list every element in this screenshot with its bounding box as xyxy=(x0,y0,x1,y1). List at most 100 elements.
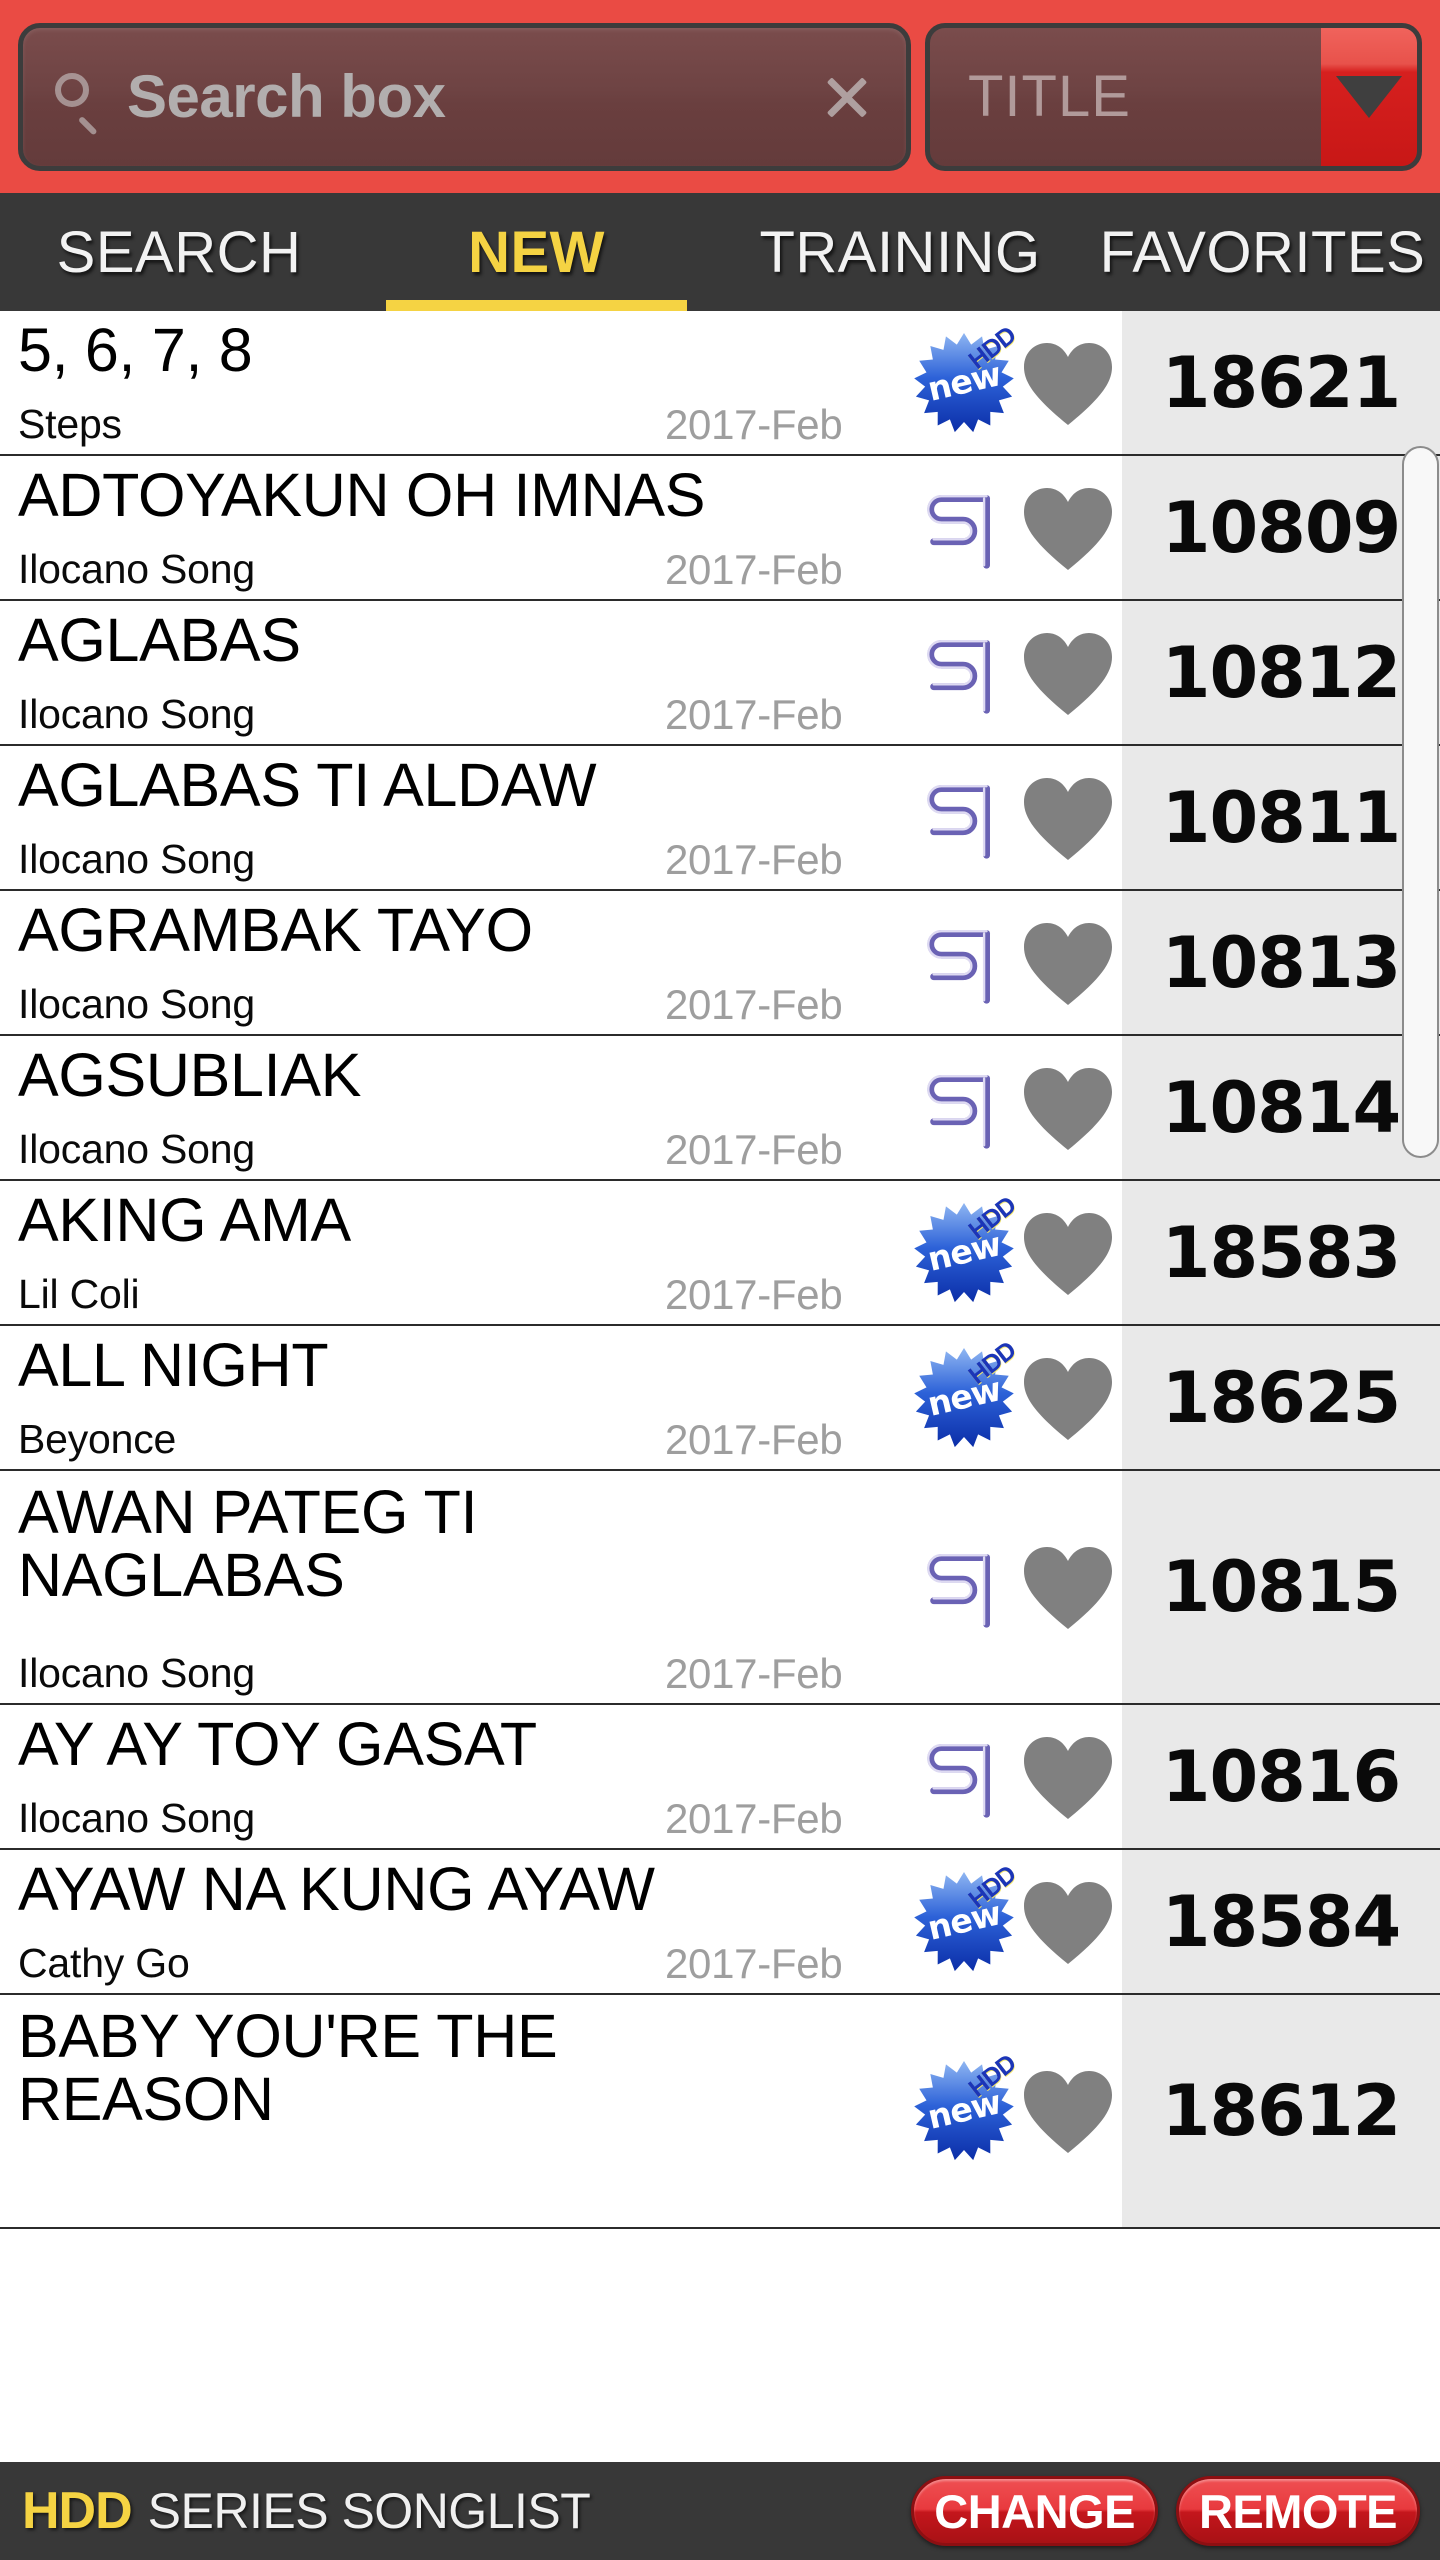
top-search-bar: Search box TITLE xyxy=(0,0,1440,193)
song-number: 18583 xyxy=(1161,1211,1402,1294)
song-row[interactable]: BABY YOU'RE THE REASON new HDD 18612 xyxy=(0,1995,1440,2229)
song-number: 10809 xyxy=(1161,486,1402,569)
favorite-heart-icon[interactable] xyxy=(1016,911,1120,1015)
song-date: 2017-Feb xyxy=(665,981,843,1028)
song-title: AGLABAS TI ALDAW xyxy=(18,751,597,819)
tab-training-label: TRAINING xyxy=(759,219,1041,285)
song-number-cell: 18612 xyxy=(1122,1995,1440,2227)
sort-dropdown[interactable]: TITLE xyxy=(925,22,1422,171)
tab-training[interactable]: TRAINING xyxy=(715,193,1085,311)
song-row[interactable]: ADTOYAKUN OH IMNAS Ilocano Song 2017-Feb 10… xyxy=(0,456,1440,601)
song-title: ALL NIGHT xyxy=(18,1331,329,1399)
favorite-heart-icon[interactable] xyxy=(1016,2059,1120,2163)
favorite-heart-icon[interactable] xyxy=(1016,476,1120,580)
favorite-heart-icon[interactable] xyxy=(1016,1535,1120,1639)
song-row[interactable]: ALL NIGHT Beyonce 2017-Feb new HDD 18625 xyxy=(0,1326,1440,1471)
favorite-heart-icon[interactable] xyxy=(1016,1056,1120,1160)
song-number-cell: 10811 xyxy=(1122,746,1440,889)
tab-favorites-label: FAVORITES xyxy=(1099,219,1426,285)
song-title: AWAN PATEG TI NAGLABAS xyxy=(18,1478,478,1609)
change-button[interactable]: CHANGE xyxy=(911,2476,1158,2546)
search-input[interactable]: Search box xyxy=(18,22,911,171)
song-badges: new HDD xyxy=(910,1850,1122,1993)
tab-favorites[interactable]: FAVORITES xyxy=(1085,193,1440,311)
favorite-heart-icon[interactable] xyxy=(1016,766,1120,870)
tab-active-indicator xyxy=(386,300,687,311)
song-title: AKING AMA xyxy=(18,1186,351,1254)
song-artist: Ilocano Song xyxy=(18,1795,255,1841)
song-row[interactable]: AKING AMA Lil Coli 2017-Feb new HDD 18583 xyxy=(0,1181,1440,1326)
song-meta: Cathy Go 2017-Feb xyxy=(18,1940,910,1987)
song-title: ADTOYAKUN OH IMNAS xyxy=(18,461,706,529)
tab-bar: SEARCH NEW TRAINING FAVORITES xyxy=(0,193,1440,311)
song-number-cell: 18621 xyxy=(1122,311,1440,454)
song-artist: Lil Coli xyxy=(18,1271,140,1317)
st-badge-icon xyxy=(912,1725,1016,1829)
song-title: AGLABAS xyxy=(18,606,301,674)
song-date: 2017-Feb xyxy=(665,836,843,883)
song-row-main: AKING AMA Lil Coli 2017-Feb xyxy=(0,1181,910,1324)
song-title: AGSUBLIAK xyxy=(18,1041,362,1109)
song-number: 10815 xyxy=(1161,1546,1402,1628)
song-list[interactable]: 5, 6, 7, 8 Steps 2017-Feb new HDD 18621 ADTOYA… xyxy=(0,311,1440,2462)
song-badges: new HDD xyxy=(910,1326,1122,1469)
song-artist: Ilocano Song xyxy=(18,1650,255,1696)
song-meta: Ilocano Song 2017-Feb xyxy=(18,981,910,1028)
song-date: 2017-Feb xyxy=(665,1271,843,1318)
song-artist: Ilocano Song xyxy=(18,836,255,882)
song-number-cell: 18625 xyxy=(1122,1326,1440,1469)
song-row[interactable]: AGLABAS Ilocano Song 2017-Feb 10812 xyxy=(0,601,1440,746)
remote-button[interactable]: REMOTE xyxy=(1175,2476,1420,2546)
song-badges xyxy=(910,456,1122,599)
song-row[interactable]: AYAW NA KUNG AYAW Cathy Go 2017-Feb new HDD 1… xyxy=(0,1850,1440,1995)
song-number-cell: 10815 xyxy=(1122,1471,1440,1703)
song-row[interactable]: AY AY TOY GASAT Ilocano Song 2017-Feb 10816 xyxy=(0,1705,1440,1850)
song-row-main: 5, 6, 7, 8 Steps 2017-Feb xyxy=(0,311,910,454)
sort-dropdown-button[interactable] xyxy=(1321,27,1417,166)
song-date: 2017-Feb xyxy=(665,1416,843,1463)
song-type-badge: new HDD xyxy=(912,1336,1021,1450)
st-badge-icon xyxy=(912,766,1016,870)
list-scrollbar[interactable] xyxy=(1402,446,1439,1158)
favorite-heart-icon[interactable] xyxy=(1016,1725,1120,1829)
song-number-cell: 10809 xyxy=(1122,456,1440,599)
new-hdd-badge-icon: new HDD xyxy=(912,1191,1021,1305)
song-number-cell: 10812 xyxy=(1122,601,1440,744)
tab-new-label: NEW xyxy=(468,219,605,285)
song-row[interactable]: AGLABAS TI ALDAW Ilocano Song 2017-Feb 1081… xyxy=(0,746,1440,891)
song-row[interactable]: 5, 6, 7, 8 Steps 2017-Feb new HDD 18621 xyxy=(0,311,1440,456)
song-number: 10816 xyxy=(1161,1735,1402,1818)
favorite-heart-icon[interactable] xyxy=(1016,1870,1120,1974)
song-number: 18584 xyxy=(1161,1880,1402,1963)
song-row-main: AWAN PATEG TI NAGLABAS Ilocano Song 2017-F… xyxy=(0,1471,910,1703)
song-date: 2017-Feb xyxy=(665,1126,843,1173)
song-meta: Lil Coli 2017-Feb xyxy=(18,1271,910,1318)
song-badges: new HDD xyxy=(910,1181,1122,1324)
song-date: 2017-Feb xyxy=(665,546,843,593)
favorite-heart-icon[interactable] xyxy=(1016,1346,1120,1450)
song-title: AGRAMBAK TAYO xyxy=(18,896,533,964)
favorite-heart-icon[interactable] xyxy=(1016,331,1120,435)
song-number-cell: 10813 xyxy=(1122,891,1440,1034)
favorite-heart-icon[interactable] xyxy=(1016,621,1120,725)
song-row[interactable]: AGRAMBAK TAYO Ilocano Song 2017-Feb 10813 xyxy=(0,891,1440,1036)
song-row[interactable]: AGSUBLIAK Ilocano Song 2017-Feb 10814 xyxy=(0,1036,1440,1181)
song-row-main: BABY YOU'RE THE REASON xyxy=(0,1995,910,2227)
sort-dropdown-label: TITLE xyxy=(968,64,1131,129)
tab-search-label: SEARCH xyxy=(56,219,302,285)
song-title: 5, 6, 7, 8 xyxy=(18,316,253,384)
song-badges xyxy=(910,601,1122,744)
song-number: 18621 xyxy=(1161,341,1402,424)
song-row[interactable]: AWAN PATEG TI NAGLABAS Ilocano Song 2017-F… xyxy=(0,1471,1440,1705)
chevron-down-icon xyxy=(1336,75,1402,118)
song-type-badge: new HDD xyxy=(912,321,1021,435)
brand-subtitle: SERIES SONGLIST xyxy=(147,2483,591,2539)
song-number: 10812 xyxy=(1161,631,1402,714)
st-badge-icon xyxy=(912,1056,1016,1160)
close-icon[interactable] xyxy=(816,66,878,128)
song-meta: Ilocano Song 2017-Feb xyxy=(18,1650,910,1697)
favorite-heart-icon[interactable] xyxy=(1016,1201,1120,1305)
tab-new[interactable]: NEW xyxy=(358,193,715,311)
tab-search[interactable]: SEARCH xyxy=(0,193,358,311)
song-row-main: ADTOYAKUN OH IMNAS Ilocano Song 2017-Feb xyxy=(0,456,910,599)
